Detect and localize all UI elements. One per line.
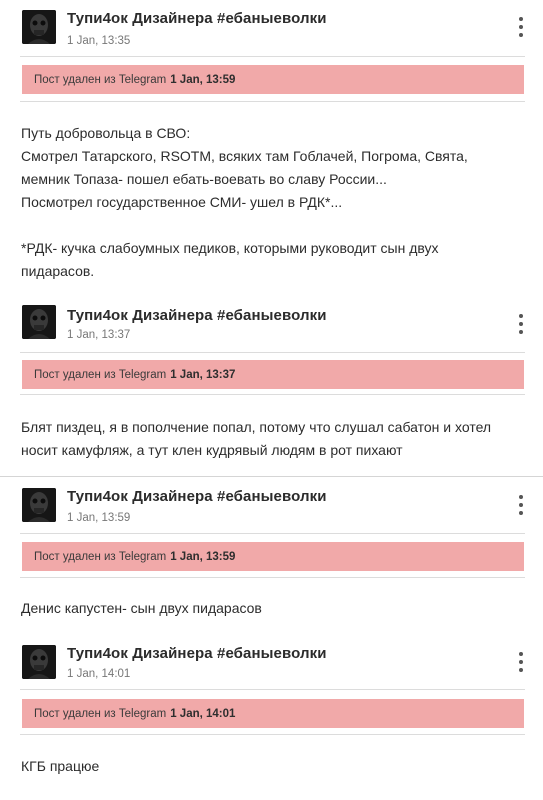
separator: [20, 577, 525, 578]
deleted-banner: Пост удален из Telegram 1 Jan, 13:37: [22, 360, 524, 389]
post: Тупи4ок Дизайнера #ебаныеволки 1 Jan, 13…: [0, 295, 543, 475]
more-vertical-icon[interactable]: [514, 495, 528, 515]
deleted-banner-time: 1 Jan, 13:37: [170, 368, 236, 381]
post: Тупи4ок Дизайнера #ебаныеволки 1 Jan, 13…: [0, 478, 543, 628]
deleted-banner-text: Пост удален из Telegram: [34, 368, 167, 381]
post-text-line: КГБ працюе: [21, 758, 100, 774]
post-text-line: *РДК- кучка слабоумных педиков, которыми…: [21, 240, 439, 256]
post: Тупи4ок Дизайнера #ебаныеволки 1 Jan, 14…: [0, 635, 543, 795]
deleted-banner-time: 1 Jan, 13:59: [170, 550, 236, 563]
author-name[interactable]: Тупи4ок Дизайнера #ебаныеволки: [67, 488, 327, 505]
separator: [20, 734, 525, 735]
post-text-line: Путь добровольца в СВО:: [21, 125, 191, 141]
avatar[interactable]: [22, 10, 56, 44]
avatar[interactable]: [22, 488, 56, 522]
post: Тупи4ок Дизайнера #ебаныеволки 1 Jan, 13…: [0, 0, 543, 290]
author-name[interactable]: Тупи4ок Дизайнера #ебаныеволки: [67, 307, 327, 324]
post-timestamp: 1 Jan, 13:35: [67, 35, 131, 47]
separator: [20, 56, 525, 57]
more-vertical-icon[interactable]: [514, 652, 528, 672]
more-vertical-icon[interactable]: [514, 17, 528, 37]
author-name[interactable]: Тупи4ок Дизайнера #ебаныеволки: [67, 10, 327, 27]
post-text-line: носит камуфляж, а тут клен кудрявый людя…: [21, 442, 403, 458]
more-vertical-icon[interactable]: [514, 314, 528, 334]
post-text: Денис капустен- сын двух пидарасов: [21, 597, 526, 620]
deleted-banner-text: Пост удален из Telegram: [34, 707, 167, 720]
avatar[interactable]: [22, 305, 56, 339]
post-text-line: Денис капустен- сын двух пидарасов: [21, 600, 262, 616]
post-text-line: Посмотрел государственное СМИ- ушел в РД…: [21, 194, 343, 210]
post-timestamp: 1 Jan, 14:01: [67, 668, 131, 680]
separator: [20, 394, 525, 395]
post-text: Путь добровольца в СВО: Смотрел Татарско…: [21, 122, 526, 283]
deleted-banner-time: 1 Jan, 13:59: [170, 73, 236, 86]
deleted-banner-text: Пост удален из Telegram: [34, 550, 167, 563]
post-divider: [0, 476, 543, 477]
post-text: КГБ працюе: [21, 755, 526, 778]
avatar[interactable]: [22, 645, 56, 679]
deleted-banner: Пост удален из Telegram 1 Jan, 14:01: [22, 699, 524, 728]
post-timestamp: 1 Jan, 13:59: [67, 512, 131, 524]
post-text-line: Смотрел Татарского, RSOTM, всяких там Го…: [21, 148, 468, 164]
deleted-banner-time: 1 Jan, 14:01: [170, 707, 236, 720]
post-timestamp: 1 Jan, 13:37: [67, 329, 131, 341]
separator: [20, 352, 525, 353]
post-text: Блят пиздец, я в пополчение попал, потом…: [21, 416, 526, 462]
author-name[interactable]: Тупи4ок Дизайнера #ебаныеволки: [67, 645, 327, 662]
post-text-line: Блят пиздец, я в пополчение попал, потом…: [21, 419, 492, 435]
post-text-line: мемник Топаза- пошел ебать-воевать во сл…: [21, 171, 387, 187]
separator: [20, 533, 525, 534]
separator: [20, 101, 525, 102]
post-text-line: [21, 214, 526, 237]
separator: [20, 689, 525, 690]
deleted-banner-text: Пост удален из Telegram: [34, 73, 167, 86]
post-text-line: пидарасов.: [21, 263, 95, 279]
deleted-banner: Пост удален из Telegram 1 Jan, 13:59: [22, 542, 524, 571]
deleted-banner: Пост удален из Telegram 1 Jan, 13:59: [22, 65, 524, 94]
